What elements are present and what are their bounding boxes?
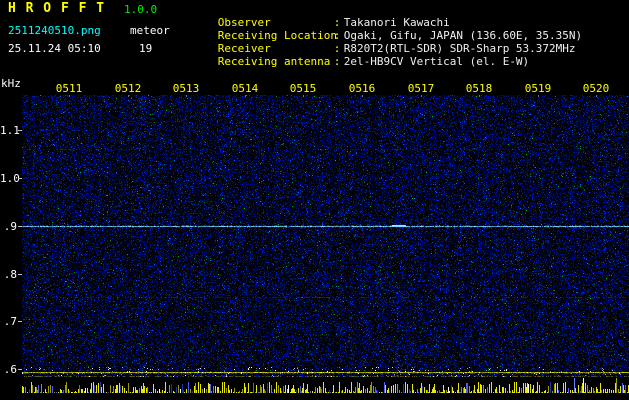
info-colon: : bbox=[334, 29, 344, 42]
info-value: R820T2(RTL-SDR) SDR-Sharp 53.372MHz bbox=[344, 42, 576, 55]
info-colon: : bbox=[334, 16, 344, 29]
x-tick-label: 0519 bbox=[522, 82, 554, 95]
info-label: Observer bbox=[218, 16, 334, 29]
x-tick-label: 0514 bbox=[229, 82, 261, 95]
x-tick-label: 0516 bbox=[346, 82, 378, 95]
x-tick-label: 0511 bbox=[53, 82, 85, 95]
datetime-label: 25.11.24 05:10 bbox=[8, 42, 101, 55]
y-tick-label: .8 bbox=[0, 268, 17, 281]
signal-meter-canvas bbox=[22, 378, 629, 397]
info-value: Takanori Kawachi bbox=[344, 16, 450, 29]
meteor-count: 19 bbox=[139, 42, 152, 55]
hrofft-screen: H R O F F T 1.0.0 2511240510.png meteor … bbox=[0, 0, 629, 400]
output-filename: 2511240510.png bbox=[8, 24, 101, 37]
x-tick-label: 0520 bbox=[580, 82, 612, 95]
x-tick-label: 0512 bbox=[112, 82, 144, 95]
app-version: 1.0.0 bbox=[124, 3, 157, 16]
x-tick-label: 0515 bbox=[287, 82, 319, 95]
y-tick-label: .6 bbox=[0, 363, 17, 376]
y-tick-label: .7 bbox=[0, 315, 17, 328]
station-info: Observer:Takanori Kawachi Receiving Loca… bbox=[178, 3, 582, 55]
info-row-observer: Observer:Takanori Kawachi bbox=[178, 3, 582, 16]
y-tick-label: 1.1 bbox=[0, 124, 17, 137]
spectrogram-canvas bbox=[22, 95, 629, 377]
x-tick-label: 0517 bbox=[405, 82, 437, 95]
info-value: 2el-HB9CV Vertical (el. E-W) bbox=[344, 55, 529, 68]
info-value: Ogaki, Gifu, JAPAN (136.60E, 35.35N) bbox=[344, 29, 582, 42]
info-colon: : bbox=[334, 42, 344, 55]
info-label: Receiving Location bbox=[218, 29, 334, 42]
mode-label: meteor bbox=[130, 24, 170, 37]
y-axis-unit: kHz bbox=[1, 77, 21, 90]
app-title: H R O F F T bbox=[8, 2, 105, 15]
info-colon: : bbox=[334, 55, 344, 68]
x-tick-label: 0518 bbox=[463, 82, 495, 95]
y-tick-label: .9 bbox=[0, 220, 17, 233]
info-label: Receiver bbox=[218, 42, 334, 55]
y-tick-label: 1.0 bbox=[0, 172, 17, 185]
x-tick-label: 0513 bbox=[170, 82, 202, 95]
info-label: Receiving antenna bbox=[218, 55, 334, 68]
